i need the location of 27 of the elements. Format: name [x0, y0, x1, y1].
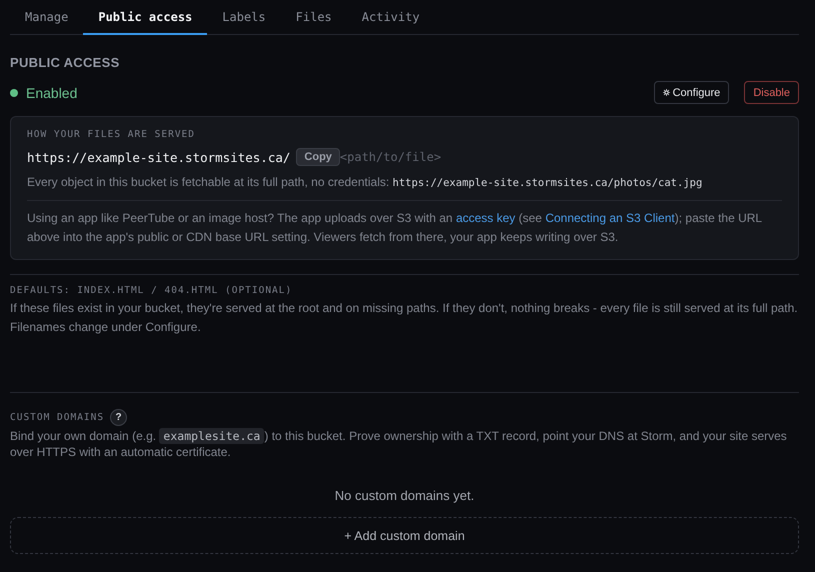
description-text: If these files exist in your bucket, they're served at the root and on missing paths. If they don't, nothing breaks - every file is still served at its full path. Filenames change under Configure.: [10, 300, 799, 336]
base-url: https://example-site.stormsites.ca/: [27, 150, 290, 164]
tab[interactable]: Labels: [207, 0, 281, 35]
section-heading: CUSTOM DOMAINS: [10, 412, 104, 423]
tab[interactable]: Files: [280, 0, 347, 35]
tab[interactable]: Manage: [10, 0, 84, 35]
help-button[interactable]: ?: [110, 409, 128, 426]
description-text: Every object in this bucket is fetchable at its full path, no credentials: https://example-site.stormsites.ca/photos/cat.jpg: [27, 173, 782, 201]
disable-button[interactable]: Disable: [744, 81, 799, 104]
path-hint: <path/to/file>: [340, 150, 442, 164]
section-heading: DEFAULTS: INDEX.HTML / 404.HTML (OPTIONAL): [10, 285, 294, 296]
link[interactable]: access key: [456, 211, 516, 225]
add-domain-button[interactable]: + Add custom domain: [10, 517, 799, 554]
inline-code: examplesite.ca: [159, 428, 264, 444]
description-text: Bind your own domain (e.g. examplesite.ca ) to this bucket. Prove ownership with a TXT record, point your DNS at Storm, and your site serves over HTTPS with an automatic certificate.: [10, 428, 788, 460]
help-text: Using an app like PeerTube or an image host? The app uploads over S3 with an access key (see Connecting an S3 Client); paste the URL above into the app's public or CDN base URL setting. Viewers fetch from there, your app keeps writing over S3.: [27, 210, 763, 246]
card-heading: HOW YOUR FILES ARE SERVED: [27, 129, 196, 140]
copy-button[interactable]: Copy: [296, 148, 340, 166]
gear-icon: [662, 89, 670, 96]
tab[interactable]: Public access: [83, 0, 208, 35]
section-title: PUBLIC ACCESS: [10, 55, 121, 70]
url-text: https://example-site.stormsites.ca/photos/cat.jpg: [392, 177, 702, 189]
configure-button[interactable]: Configure: [654, 81, 730, 104]
status-label: Enabled: [26, 84, 78, 100]
empty-message: No custom domains yet.: [334, 488, 476, 503]
tab[interactable]: Activity: [346, 0, 435, 35]
link[interactable]: Connecting an S3 Client: [545, 211, 675, 225]
